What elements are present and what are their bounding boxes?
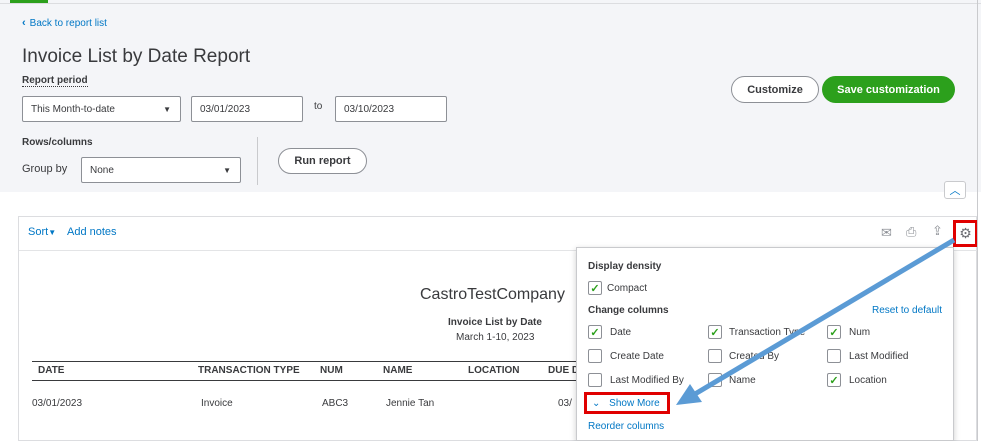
column-checkbox-num[interactable]: ✓ (827, 325, 841, 339)
cell-num: ABC3 (322, 398, 349, 409)
group-by-select[interactable]: None ▼ (81, 157, 241, 183)
run-report-button[interactable]: Run report (278, 148, 367, 174)
column-checkbox-transaction-type[interactable]: ✓ (708, 325, 722, 339)
customize-button[interactable]: Customize (731, 76, 819, 103)
change-columns-heading: Change columns (588, 305, 669, 316)
cell-transaction-type[interactable]: Invoice (201, 398, 233, 409)
from-date-value: 03/01/2023 (200, 103, 251, 115)
report-period-label: Report period (22, 75, 88, 87)
back-to-report-list-link[interactable]: ‹ Back to report list (22, 17, 107, 29)
column-checkbox-last-modified[interactable] (827, 349, 841, 363)
back-link-label: Back to report list (29, 17, 107, 29)
column-header-name[interactable]: NAME (383, 365, 412, 376)
settings-highlight-box[interactable]: ⚙ (953, 220, 978, 247)
compact-checkbox[interactable]: ✓ (588, 281, 602, 295)
filter-divider (257, 137, 258, 185)
column-option-label: Name (729, 375, 756, 386)
print-icon[interactable]: ⎙ (906, 224, 916, 240)
check-icon: ✓ (829, 374, 839, 387)
company-name: CastroTestCompany (420, 286, 565, 303)
to-date-input[interactable]: 03/10/2023 (335, 96, 447, 122)
top-divider (0, 3, 981, 4)
column-checkbox-date[interactable]: ✓ (588, 325, 602, 339)
page-title: Invoice List by Date Report (22, 46, 251, 67)
column-option-label: Create Date (610, 351, 664, 362)
caret-down-icon: ▼ (223, 166, 231, 175)
report-period-select[interactable]: This Month-to-date ▼ (22, 96, 181, 122)
compact-label: Compact (607, 283, 648, 294)
to-label: to (314, 101, 323, 112)
column-checkbox-create-date[interactable] (588, 349, 602, 363)
chevron-left-icon: ‹ (22, 17, 26, 29)
export-icon[interactable]: ⇪ (932, 223, 943, 239)
column-option-label: Location (849, 375, 887, 386)
reorder-columns-link[interactable]: Reorder columns (588, 421, 664, 432)
column-header-due-date[interactable]: DUE D (548, 365, 579, 376)
gear-icon: ⚙ (959, 225, 972, 241)
show-more-label: Show More (609, 398, 660, 409)
add-notes-link[interactable]: Add notes (67, 226, 117, 238)
email-icon[interactable]: ✉ (881, 225, 892, 241)
show-more-link[interactable]: ⌄ Show More (592, 398, 660, 409)
rows-columns-label: Rows/columns (22, 137, 93, 148)
report-date-range: March 1-10, 2023 (456, 332, 535, 343)
window-right-edge (977, 0, 978, 441)
column-checkbox-name[interactable] (708, 373, 722, 387)
column-option-label: Last Modified (849, 351, 909, 362)
table-header-border-bottom (32, 380, 577, 381)
check-icon: ✓ (829, 326, 839, 339)
chevron-up-icon: ︿ (949, 185, 961, 197)
group-by-label: Group by (22, 163, 68, 175)
column-option-label: Num (849, 327, 871, 338)
column-header-transaction-type[interactable]: TRANSACTION TYPE (198, 365, 300, 376)
caret-down-icon: ▼ (48, 228, 57, 237)
caret-down-icon: ▼ (163, 105, 171, 114)
check-icon: ✓ (590, 282, 600, 295)
cell-name: Jennie Tan (386, 398, 435, 409)
column-option-label: Transaction Type (729, 327, 806, 338)
check-icon: ✓ (710, 326, 720, 339)
table-header-border-top (32, 361, 577, 362)
to-date-value: 03/10/2023 (344, 103, 395, 115)
cell-due-date: 03/ (558, 398, 572, 409)
chevron-down-icon: ⌄ (592, 398, 601, 409)
save-customization-button[interactable]: Save customization (822, 76, 955, 103)
column-checkbox-last-modified-by[interactable] (588, 373, 602, 387)
sort-label: Sort (28, 226, 49, 238)
collapse-filters-button[interactable]: ︿ (944, 181, 966, 199)
column-option-label: Last Modified By (610, 375, 684, 386)
display-density-heading: Display density (588, 261, 662, 272)
report-subtitle: Invoice List by Date (448, 317, 542, 328)
cell-date: 03/01/2023 (32, 398, 83, 409)
from-date-input[interactable]: 03/01/2023 (191, 96, 303, 122)
column-header-location[interactable]: LOCATION (468, 365, 519, 376)
column-header-num[interactable]: NUM (320, 365, 343, 376)
report-period-value: This Month-to-date (31, 103, 115, 115)
check-icon: ✓ (590, 326, 600, 339)
reset-to-default-link[interactable]: Reset to default (872, 305, 942, 316)
column-checkbox-created-by[interactable] (708, 349, 722, 363)
column-option-label: Date (610, 327, 632, 338)
column-option-label: Created By (729, 351, 780, 362)
sort-dropdown[interactable]: Sort▼ (28, 226, 56, 238)
column-header-date[interactable]: DATE (38, 365, 64, 376)
column-checkbox-location[interactable]: ✓ (827, 373, 841, 387)
group-by-value: None (90, 164, 114, 176)
